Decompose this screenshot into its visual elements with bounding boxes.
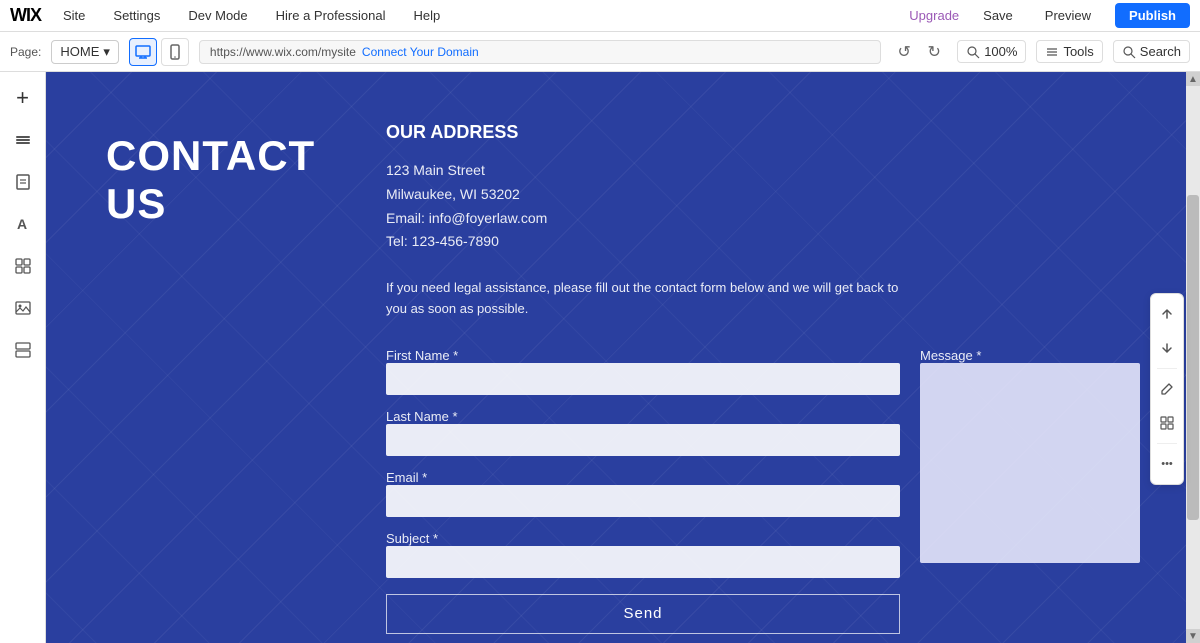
undo-redo-buttons: ↺ ↻ xyxy=(891,39,947,65)
email-input[interactable] xyxy=(386,485,900,517)
send-button-wrap: Send xyxy=(386,594,900,634)
search-button[interactable]: Search xyxy=(1113,40,1190,63)
address-line1: 123 Main Street xyxy=(386,159,1140,183)
form-left-column: First Name * Last Name * Email * Subject… xyxy=(386,348,900,643)
message-label: Message * xyxy=(920,348,981,363)
undo-button[interactable]: ↺ xyxy=(891,39,917,65)
address-line2: Milwaukee, WI 53202 xyxy=(386,183,1140,207)
address-block: 123 Main Street Milwaukee, WI 53202 Emai… xyxy=(386,159,1140,254)
wix-logo: WIX xyxy=(10,5,41,26)
tools-button[interactable]: Tools xyxy=(1036,40,1102,63)
zoom-control[interactable]: 100% xyxy=(957,40,1026,63)
page-name: HOME xyxy=(60,44,99,59)
layers-icon xyxy=(13,130,33,150)
layout-button[interactable] xyxy=(1151,407,1183,439)
redo-button[interactable]: ↻ xyxy=(921,39,947,65)
sidebar-pages-button[interactable] xyxy=(5,164,41,200)
chevron-down-icon: ▾ xyxy=(103,44,110,60)
arrow-up-icon xyxy=(1160,307,1174,321)
save-button[interactable]: Save xyxy=(975,4,1021,27)
toolbar-divider-2 xyxy=(1157,443,1177,444)
device-buttons xyxy=(129,38,189,66)
grid-icon xyxy=(1160,416,1174,430)
sidebar-apps-button[interactable] xyxy=(5,248,41,284)
plus-icon: + xyxy=(16,85,29,111)
contact-title: CONTACT US xyxy=(106,132,306,228)
canvas-scroll[interactable]: CONTACT US OUR ADDRESS 123 Main Street M… xyxy=(46,72,1200,643)
media-icon xyxy=(13,298,33,318)
url-bar[interactable]: https://www.wix.com/mysite Connect Your … xyxy=(199,40,881,64)
preview-button[interactable]: Preview xyxy=(1037,4,1099,27)
more-options-button[interactable]: ••• xyxy=(1151,448,1183,480)
contact-section: CONTACT US OUR ADDRESS 123 Main Street M… xyxy=(46,72,1200,643)
send-button[interactable]: Send xyxy=(386,594,900,634)
topbar: WIX Site Settings Dev Mode Hire a Profes… xyxy=(0,0,1200,32)
address-bar: Page: HOME ▾ https://www.wix.com/mysite … xyxy=(0,32,1200,72)
page-label: Page: xyxy=(10,45,41,59)
contact-title-block: CONTACT US xyxy=(106,122,306,643)
canvas: CONTACT US OUR ADDRESS 123 Main Street M… xyxy=(46,72,1200,643)
move-down-button[interactable] xyxy=(1151,332,1183,364)
nav-help[interactable]: Help xyxy=(407,4,446,27)
connect-domain-link[interactable]: Connect Your Domain xyxy=(362,45,479,59)
apps-icon xyxy=(13,256,33,276)
publish-button[interactable]: Publish xyxy=(1115,3,1190,28)
more-dots-icon: ••• xyxy=(1161,458,1173,470)
move-up-button[interactable] xyxy=(1151,298,1183,330)
message-input[interactable] xyxy=(920,363,1140,563)
form-right-column: Message * xyxy=(920,348,1140,643)
last-name-label: Last Name * xyxy=(386,409,458,424)
sidebar-media-button[interactable] xyxy=(5,290,41,326)
text-icon: A xyxy=(13,214,33,234)
nav-site[interactable]: Site xyxy=(57,4,91,27)
edit-button[interactable] xyxy=(1151,373,1183,405)
zoom-icon xyxy=(966,45,980,59)
search-icon xyxy=(1122,45,1136,59)
address-tel: Tel: 123-456-7890 xyxy=(386,230,1140,254)
pages-icon xyxy=(13,172,33,192)
sidebar-layers-button[interactable] xyxy=(5,122,41,158)
float-toolbar: ••• xyxy=(1150,293,1184,485)
url-text: https://www.wix.com/mysite xyxy=(210,45,356,59)
first-name-label: First Name * xyxy=(386,348,458,363)
subject-label: Subject * xyxy=(386,531,438,546)
upgrade-button[interactable]: Upgrade xyxy=(909,8,959,23)
contact-form: First Name * Last Name * Email * Subject… xyxy=(386,348,1140,643)
email-label: Email * xyxy=(386,470,427,485)
last-name-input[interactable] xyxy=(386,424,900,456)
zoom-value: 100% xyxy=(984,44,1017,59)
page-selector[interactable]: HOME ▾ xyxy=(51,40,119,64)
desktop-icon xyxy=(135,44,151,60)
nav-settings[interactable]: Settings xyxy=(107,4,166,27)
first-name-input[interactable] xyxy=(386,363,900,395)
address-heading: OUR ADDRESS xyxy=(386,122,1140,143)
tools-icon xyxy=(1045,45,1059,59)
pencil-icon xyxy=(1160,382,1174,396)
address-email: Email: info@foyerlaw.com xyxy=(386,207,1140,231)
add-element-button[interactable]: + xyxy=(5,80,41,116)
svg-text:A: A xyxy=(17,216,27,232)
desktop-device-button[interactable] xyxy=(129,38,157,66)
contact-right-block: OUR ADDRESS 123 Main Street Milwaukee, W… xyxy=(386,122,1140,643)
description-text: If you need legal assistance, please fil… xyxy=(386,278,906,320)
subject-input[interactable] xyxy=(386,546,900,578)
left-sidebar: + A xyxy=(0,72,46,643)
mobile-device-button[interactable] xyxy=(161,38,189,66)
nav-devmode[interactable]: Dev Mode xyxy=(182,4,253,27)
sidebar-text-button[interactable]: A xyxy=(5,206,41,242)
sidebar-sections-button[interactable] xyxy=(5,332,41,368)
mobile-icon xyxy=(167,44,183,60)
toolbar-divider xyxy=(1157,368,1177,369)
arrow-down-icon xyxy=(1160,341,1174,355)
sections-icon xyxy=(13,340,33,360)
main-layout: + A xyxy=(0,72,1200,643)
nav-hire[interactable]: Hire a Professional xyxy=(270,4,392,27)
contact-content: CONTACT US OUR ADDRESS 123 Main Street M… xyxy=(46,72,1200,643)
